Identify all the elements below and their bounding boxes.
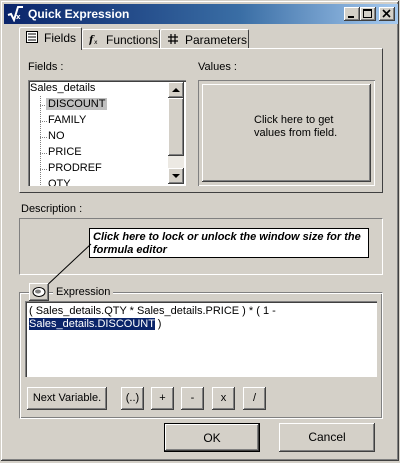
next-variable-button[interactable]: Next Variable. — [27, 387, 107, 410]
ok-button[interactable]: OK — [164, 423, 260, 452]
tree-item-family[interactable]: FAMILY — [46, 114, 88, 130]
tab-functions[interactable]: f x Functions — [82, 29, 160, 49]
scroll-down-button[interactable] — [168, 168, 184, 184]
values-area: Click here to get values from field. — [198, 80, 375, 186]
tab-fields[interactable]: Fields — [19, 27, 82, 50]
expression-selected-text: Sales_details.DISCOUNT — [29, 318, 155, 330]
fields-label: Fields : — [28, 61, 64, 73]
lock-tooltip: Click here to lock or unlock the window … — [89, 228, 369, 258]
cancel-button[interactable]: Cancel — [279, 423, 375, 452]
plus-button[interactable]: + — [151, 387, 174, 410]
scroll-thumb[interactable] — [168, 98, 184, 156]
tree-connector — [40, 96, 41, 186]
close-button[interactable] — [379, 7, 395, 21]
divide-button[interactable]: / — [243, 387, 266, 410]
parentheses-button[interactable]: (..) — [121, 387, 144, 410]
expression-editor[interactable]: ( Sales_details.QTY * Sales_details.PRIC… — [25, 301, 377, 377]
tree-root-sales-details[interactable]: Sales_details — [28, 82, 97, 98]
expression-text: ( Sales_details.QTY * Sales_details.PRIC… — [29, 305, 276, 317]
lock-icon — [32, 287, 46, 297]
tab-label: Parameters — [185, 33, 248, 47]
square-root-icon: x — [7, 6, 23, 22]
title-bar[interactable]: x Quick Expression — [4, 4, 398, 24]
minimize-button[interactable] — [344, 7, 360, 21]
tree-item-price[interactable]: PRICE — [46, 146, 84, 162]
function-fx-icon: f x — [89, 35, 98, 45]
arrow-up-icon — [172, 88, 180, 92]
tree-item-no[interactable]: NO — [46, 130, 67, 146]
get-values-text: Click here to get values from field. — [254, 114, 338, 139]
values-label: Values : — [198, 61, 237, 73]
fields-tab-panel: Fields : Values : Sales_details DISCOUNT… — [19, 48, 383, 193]
tree-item-prodref[interactable]: PRODREF — [46, 162, 104, 178]
lock-window-button[interactable] — [29, 283, 49, 301]
minus-button[interactable]: - — [181, 387, 204, 410]
tab-label: Fields — [44, 31, 77, 45]
tree-item-discount[interactable]: DISCOUNT — [46, 98, 108, 114]
description-label: Description : — [21, 203, 83, 215]
quick-expression-window: x Quick Expression Fields f x Functions — [0, 0, 400, 462]
maximize-button[interactable] — [360, 7, 376, 21]
expression-text-after: ) — [154, 318, 162, 330]
tab-label: Functions — [106, 33, 159, 47]
fields-scrollbar[interactable] — [168, 82, 184, 184]
svg-text:x: x — [94, 39, 98, 45]
close-icon — [382, 9, 391, 18]
get-values-button[interactable]: Click here to get values from field. — [202, 84, 371, 182]
fields-icon — [26, 31, 38, 43]
maximize-icon — [363, 9, 372, 18]
tab-parameters[interactable]: Parameters — [160, 29, 249, 49]
tree-item-qty[interactable]: QTY — [46, 178, 73, 186]
scroll-up-button[interactable] — [168, 82, 184, 98]
arrow-down-icon — [172, 174, 180, 178]
svg-text:x: x — [16, 13, 21, 21]
window-title: Quick Expression — [28, 7, 130, 21]
fields-tree[interactable]: Sales_details DISCOUNT FAMILY NO PRICE P… — [28, 80, 186, 186]
expression-label: Expression — [53, 286, 114, 298]
minimize-icon — [348, 16, 354, 18]
multiply-button[interactable]: x — [212, 387, 235, 410]
hash-icon — [168, 34, 178, 44]
